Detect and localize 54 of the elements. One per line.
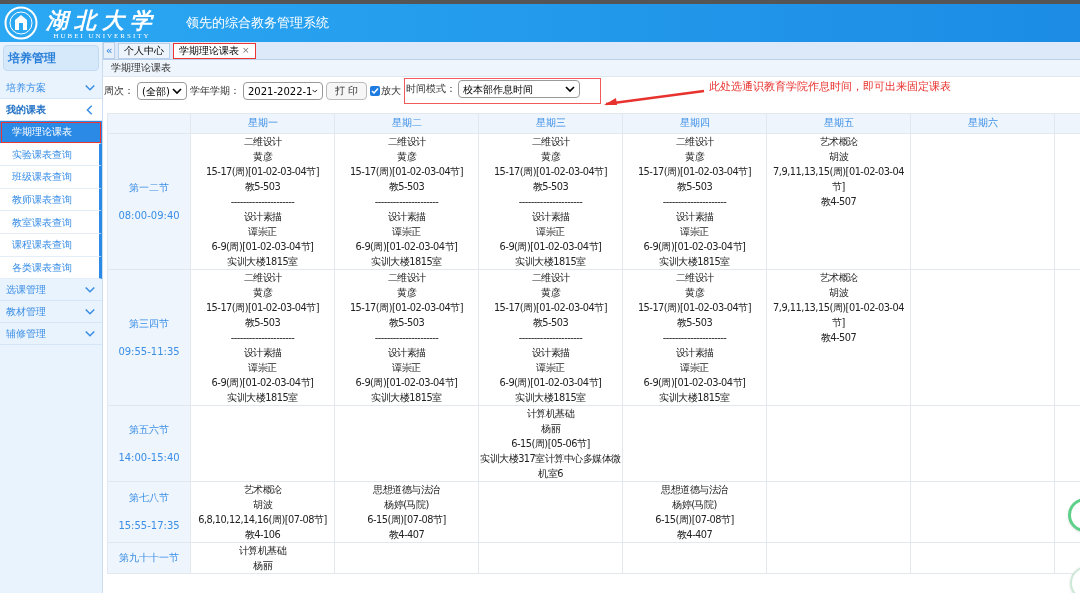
term-select[interactable]: 2021-2022-1 — [243, 82, 323, 100]
course-cell: 二维设计 黄彦 15-17(周)[01-02-03-04节] 教5-503 --------------------- 设计素描 谭崇正 6-9(周)[01-02-03-04节] 实训大楼1815室 — [190, 133, 335, 270]
sidebar-item[interactable]: 教室课表查询 — [0, 211, 102, 234]
time-mode-select[interactable]: 校本部作息时间 — [458, 80, 581, 98]
day-header: 星期二 — [334, 113, 479, 134]
week-label: 周次： — [104, 83, 134, 98]
period-cell: 第一二节 08:00-09:40 — [107, 133, 191, 270]
sidebar-title: 培养管理 — [3, 45, 99, 71]
sidebar-item[interactable]: 各类课表查询 — [0, 256, 102, 280]
sidebar-item[interactable]: 课程课表查询 — [0, 233, 102, 257]
period-cell: 第五六节 14:00-15:40 — [107, 405, 191, 482]
sidebar-group[interactable]: 我的课表 — [0, 99, 102, 121]
sidebar-group[interactable]: 教材管理 — [0, 301, 102, 324]
tab[interactable]: 学期理论课表 × — [173, 43, 256, 59]
course-cell: 思想道德与法治 杨婷(马院) 6-15(周)[07-08节] 教4-407 — [334, 481, 479, 543]
course-cell: 艺术概论 胡波 7,9,11,13,15(周)[01-02-03-04节] 教4-507 — [766, 133, 911, 270]
print-button[interactable]: 打 印 — [326, 82, 368, 100]
course-cell: 二维设计 黄彦 15-17(周)[01-02-03-04节] 教5-503 --------------------- 设计素描 谭崇正 6-9(周)[01-02-03-04节] 实训大楼1815室 — [334, 269, 479, 406]
day-header: 星期一 — [190, 113, 335, 134]
course-cell: 思想道德与法治 杨婷(马院) 6-15(周)[07-08节] 教4-407 — [622, 481, 767, 543]
course-cell: 二维设计 黄彦 15-17(周)[01-02-03-04节] 教5-503 --------------------- 设计素描 谭崇正 6-9(周)[01-02-03-04节] 实训大楼1815室 — [622, 133, 767, 270]
sidebar-item[interactable]: 教师课表查询 — [0, 188, 102, 212]
course-cell: 计算机基础 杨丽 6-15(周)[05-06节] 实训大楼317室计算中心多媒体微机室6 — [478, 405, 623, 482]
week-select[interactable]: (全部) — [137, 82, 187, 100]
day-header: 星期四 — [622, 113, 767, 134]
panel-title: 学期理论课表 — [103, 60, 1080, 77]
zoom-label: 放大 — [381, 83, 402, 98]
course-cell: 二维设计 黄彦 15-17(周)[01-02-03-04节] 教5-503 --------------------- 设计素描 谭崇正 6-9(周)[01-02-03-04节] 实训大楼1815室 — [478, 269, 623, 406]
term-label: 学年学期： — [190, 83, 240, 98]
course-cell: 二维设计 黄彦 15-17(周)[01-02-03-04节] 教5-503 --------------------- 设计素描 谭崇正 6-9(周)[01-02-03-04节] 实训大楼1815室 — [478, 133, 623, 270]
course-cell: 艺术概论 胡波 7,9,11,13,15(周)[01-02-03-04节] 教4-507 — [766, 269, 911, 406]
collapse-button[interactable]: « — [103, 42, 115, 59]
system-title: 领先的综合教务管理系统 — [186, 14, 329, 33]
sidebar-item[interactable]: 学期理论课表 — [0, 121, 102, 144]
course-cell: 艺术概论 胡波 6,8,10,12,14,16(周)[07-08节] 教4-106 — [190, 481, 335, 543]
sidebar-item[interactable]: 实验课表查询 — [0, 143, 102, 167]
sidebar-group[interactable]: 选课管理 — [0, 279, 102, 302]
close-tab-button[interactable]: × — [242, 44, 250, 58]
course-cell: 二维设计 黄彦 15-17(周)[01-02-03-04节] 教5-503 --------------------- 设计素描 谭崇正 6-9(周)[01-02-03-04节] 实训大楼1815室 — [334, 133, 479, 270]
course-cell: 计算机基础 杨丽 — [190, 542, 335, 574]
period-cell: 第三四节 09:55-11:35 — [107, 269, 191, 406]
period-cell: 第七八节 15:55-17:35 — [107, 481, 191, 543]
course-cell: 二维设计 黄彦 15-17(周)[01-02-03-04节] 教5-503 --------------------- 设计素描 谭崇正 6-9(周)[01-02-03-04节] 实训大楼1815室 — [622, 269, 767, 406]
time-mode-label: 时间模式： — [406, 82, 457, 96]
day-header: 星期五 — [766, 113, 911, 134]
sidebar-group[interactable]: 辅修管理 — [0, 323, 102, 346]
day-header: 星期六 — [910, 113, 1055, 134]
logo-text: 湖北大学 — [46, 6, 158, 33]
annotation-text: 此处选通识教育学院作息时间，即可出来固定课表 — [709, 79, 952, 94]
course-cell: 二维设计 黄彦 15-17(周)[01-02-03-04节] 教5-503 --------------------- 设计素描 谭崇正 6-9(周)[01-02-03-04节] 实训大楼1815室 — [190, 269, 335, 406]
period-cell: 第九十十一节 — [107, 542, 191, 574]
tab[interactable]: 个人中心 — [118, 43, 170, 59]
sidebar-item[interactable]: 班级课表查询 — [0, 166, 102, 189]
day-header: 星期三 — [478, 113, 623, 134]
